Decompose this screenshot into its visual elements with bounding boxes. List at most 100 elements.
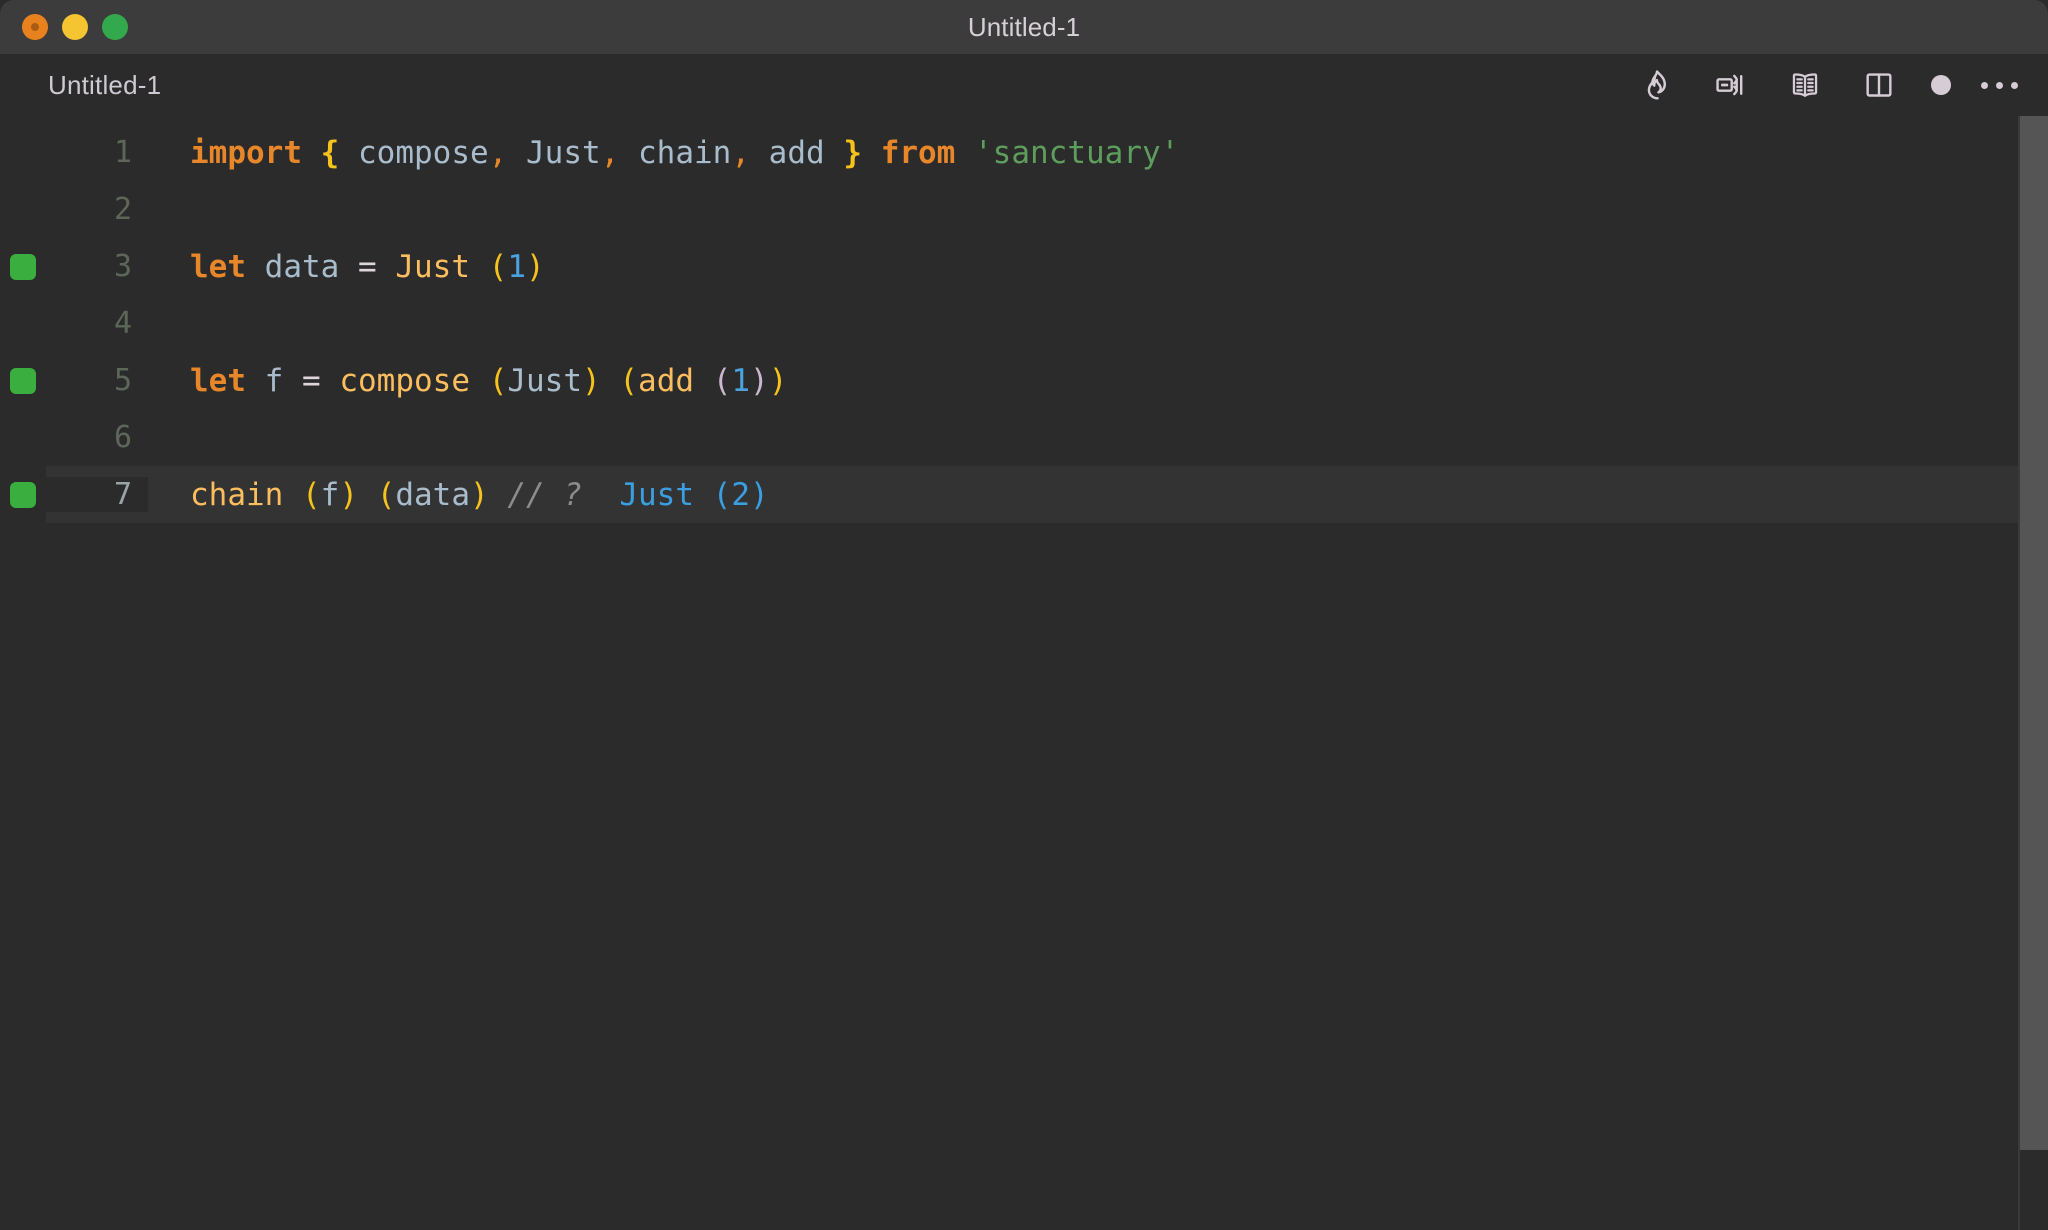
gutter-marker-cell xyxy=(0,238,46,295)
line-content[interactable]: let f = compose (Just) (add (1)) xyxy=(148,363,2048,399)
line-number: 7 xyxy=(46,477,148,512)
code-line[interactable]: 1 import { compose, Just, chain, add } fr… xyxy=(0,124,2048,181)
code-line[interactable]: 2 xyxy=(0,181,2048,238)
code-token: ( xyxy=(619,362,639,399)
code-token: ( xyxy=(712,362,732,399)
window-title: Untitled-1 xyxy=(967,11,1081,42)
code-token: f xyxy=(264,362,284,399)
code-line[interactable]: 6 xyxy=(0,409,2048,466)
line-number: 5 xyxy=(113,363,132,398)
code-token: add xyxy=(638,362,695,399)
code-token: Just xyxy=(526,134,601,171)
unsaved-dot-icon[interactable] xyxy=(1931,75,1951,95)
code-token: ( xyxy=(302,476,321,513)
line-number: 6 xyxy=(113,420,132,455)
expression-marker-icon[interactable] xyxy=(10,367,36,394)
code-token: ) xyxy=(526,248,545,285)
expression-marker-icon[interactable] xyxy=(10,481,36,508)
code-token: ( xyxy=(488,248,508,285)
code-token: add xyxy=(768,134,825,171)
code-token: ) xyxy=(339,476,359,513)
code-token: 1 xyxy=(507,248,527,285)
line-content[interactable]: import { compose, Just, chain, add } fro… xyxy=(148,135,2048,171)
line-content[interactable]: let data = Just (1) xyxy=(148,249,2048,285)
gutter-marker-cell xyxy=(0,124,46,181)
code-line[interactable]: 3 let data = Just (1) xyxy=(0,238,2048,295)
open-preview-icon[interactable] xyxy=(1783,63,1827,107)
code-editor[interactable]: 1 import { compose, Just, chain, add } fr… xyxy=(0,116,2048,1230)
code-token: data xyxy=(395,476,471,513)
split-editor-icon[interactable] xyxy=(1857,63,1901,107)
code-token: let xyxy=(190,362,246,399)
more-actions-icon[interactable] xyxy=(1981,81,2018,89)
code-token: } xyxy=(843,134,863,171)
code-token: ( xyxy=(488,362,508,399)
gutter-marker-cell xyxy=(0,181,46,238)
code-token: let xyxy=(190,248,246,285)
code-token: 1 xyxy=(731,362,751,399)
code-token: = xyxy=(358,248,377,285)
code-token: , xyxy=(731,134,750,171)
code-line[interactable]: 4 xyxy=(0,295,2048,352)
code-token: Just xyxy=(507,362,583,399)
minimize-window-button[interactable] xyxy=(62,14,88,40)
vertical-scrollbar-thumb[interactable] xyxy=(2020,116,2048,1150)
code-token: ) xyxy=(768,362,788,399)
editor-window: Untitled-1 Untitled-1 1 import {compose… xyxy=(0,0,2048,1230)
tab-untitled-1[interactable]: Untitled-1 xyxy=(48,70,161,101)
vertical-scrollbar[interactable] xyxy=(2020,116,2048,1230)
flame-icon[interactable] xyxy=(1635,63,1679,107)
code-token: Just xyxy=(395,248,470,285)
code-token: from xyxy=(880,134,956,171)
editor-actions xyxy=(1635,63,2018,107)
gutter-marker-cell xyxy=(0,466,46,523)
code-token: 'sanctuary' xyxy=(974,134,1180,171)
close-window-button[interactable] xyxy=(22,14,48,40)
code-token: ) xyxy=(750,362,769,399)
code-token: Just (2) xyxy=(619,476,769,513)
code-line[interactable]: 5 let f = compose (Just) (add (1)) xyxy=(0,352,2048,409)
code-token: chain xyxy=(190,476,284,513)
code-token: data xyxy=(264,248,340,285)
titlebar: Untitled-1 xyxy=(0,0,2048,54)
code-token: compose xyxy=(358,134,489,171)
gutter-marker-cell xyxy=(0,352,46,409)
code-token: ) xyxy=(582,362,601,399)
code-token: ( xyxy=(376,476,396,513)
code-token: { xyxy=(320,134,340,171)
code-token: = xyxy=(302,362,321,399)
line-number: 1 xyxy=(113,135,132,170)
code-lines: 1 import { compose, Just, chain, add } fr… xyxy=(0,116,2048,523)
code-line[interactable]: 7 chain (f) (data) // ? Just (2) xyxy=(0,466,2048,523)
traffic-lights xyxy=(0,14,128,40)
line-number: 3 xyxy=(113,249,132,284)
tabbar: Untitled-1 xyxy=(0,54,2048,116)
line-content[interactable]: chain (f) (data) // ? Just (2) xyxy=(148,477,2048,513)
code-token: chain xyxy=(638,134,732,171)
code-token: f xyxy=(320,476,340,513)
expression-marker-icon[interactable] xyxy=(10,253,36,280)
gutter-marker-cell xyxy=(0,295,46,352)
maximize-window-button[interactable] xyxy=(102,14,128,40)
run-inline-icon[interactable] xyxy=(1709,63,1753,107)
